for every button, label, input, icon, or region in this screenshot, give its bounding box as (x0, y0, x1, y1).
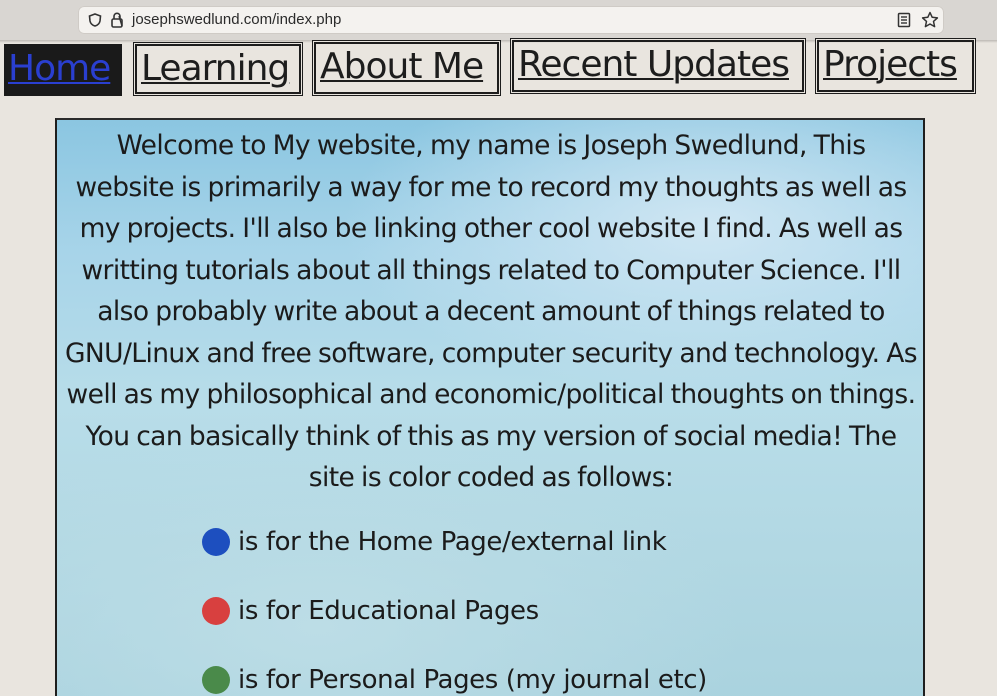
bookmark-star-icon[interactable] (921, 11, 939, 29)
address-bar[interactable]: josephswedlund.com/index.php (78, 6, 944, 34)
legend-label: is for Personal Pages (my journal etc) (238, 665, 707, 695)
green-dot-icon (202, 666, 230, 694)
lock-icon[interactable] (110, 12, 124, 28)
nav-recent-updates-link[interactable]: Recent Updates (512, 40, 804, 92)
nav-learning-link[interactable]: Learning (135, 44, 301, 94)
welcome-text: Welcome to My website, my name is Joseph… (65, 130, 918, 493)
legend-label: is for the Home Page/external link (238, 527, 667, 557)
reader-view-icon[interactable] (897, 12, 911, 28)
welcome-panel: Welcome to My website, my name is Joseph… (55, 118, 925, 696)
blue-dot-icon (202, 528, 230, 556)
browser-toolbar: josephswedlund.com/index.php (0, 0, 997, 40)
nav-home-link[interactable]: Home (4, 44, 122, 96)
legend-item-educational: is for Educational Pages (202, 594, 539, 628)
legend-label: is for Educational Pages (238, 596, 539, 626)
legend-item-home: is for the Home Page/external link (202, 525, 667, 559)
shield-icon[interactable] (88, 13, 102, 27)
nav-about-me-link[interactable]: About Me (314, 42, 499, 94)
red-dot-icon (202, 597, 230, 625)
nav-projects-link[interactable]: Projects (817, 40, 974, 92)
url-text[interactable]: josephswedlund.com/index.php (132, 11, 341, 28)
legend-item-personal: is for Personal Pages (my journal etc) (202, 663, 707, 696)
